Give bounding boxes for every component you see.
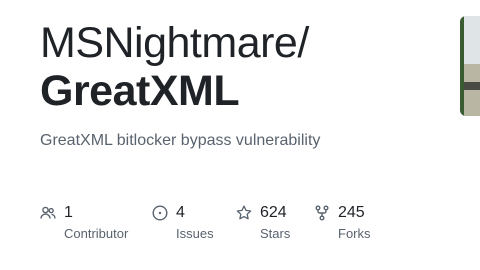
forks-label: Forks: [338, 226, 371, 241]
forks-count: 245: [338, 204, 365, 221]
issues-label: Issues: [176, 226, 214, 241]
repo-forked-icon: [314, 205, 330, 221]
issues-count: 4: [176, 204, 185, 221]
stat-issues[interactable]: 4 Issues: [152, 204, 232, 244]
people-icon: [40, 205, 56, 221]
stat-contributors[interactable]: 1 Contributor: [40, 204, 140, 244]
owner-avatar-image: [460, 16, 480, 116]
repo-name[interactable]: GreatXML: [40, 66, 240, 116]
contributors-count: 1: [64, 204, 73, 221]
stars-label: Stars: [260, 226, 291, 241]
repo-social-card: MSNightmare/ GreatXML GreatXML bitlocker…: [0, 0, 480, 270]
avatar-pillar: [460, 16, 464, 116]
repo-owner[interactable]: MSNightmare/: [40, 18, 309, 68]
stars-count: 624: [260, 204, 287, 221]
repo-description: GreatXML bitlocker bypass vulnerability: [40, 132, 321, 149]
stat-forks[interactable]: 245 Forks: [314, 204, 404, 244]
star-icon: [236, 205, 252, 221]
stat-stars[interactable]: 624 Stars: [236, 204, 316, 244]
issue-opened-icon: [152, 205, 168, 221]
contributors-label: Contributor: [64, 226, 129, 241]
